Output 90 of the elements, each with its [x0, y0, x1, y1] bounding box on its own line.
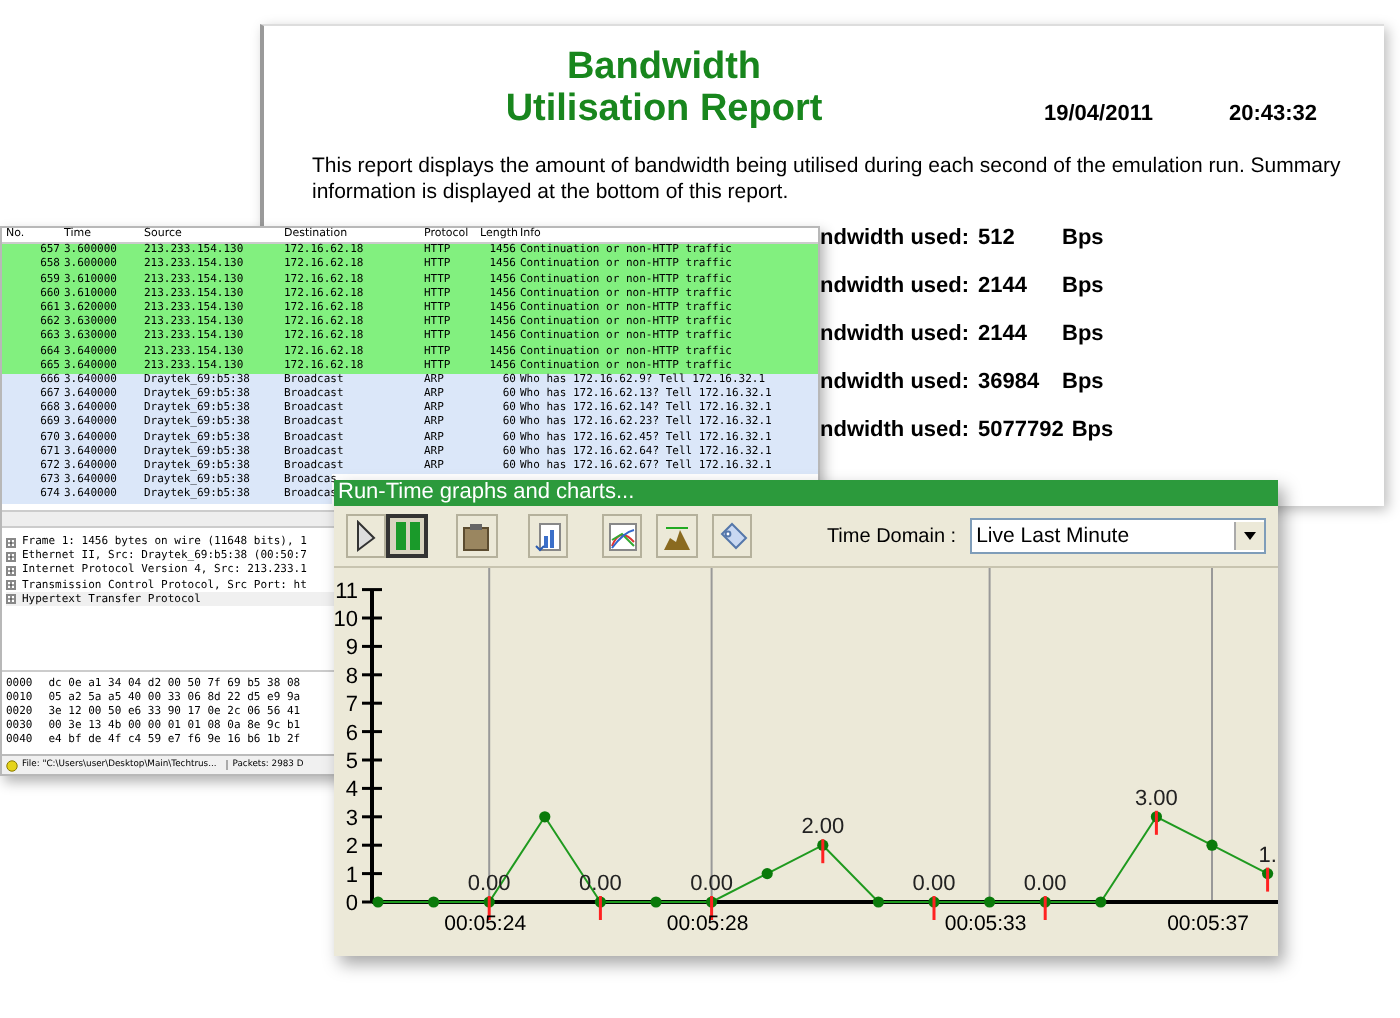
- pointer-button[interactable]: [346, 514, 387, 558]
- area-chart-button[interactable]: [656, 514, 698, 558]
- value-label: 2.00: [801, 815, 845, 840]
- data-point: [928, 896, 940, 908]
- line-chart-button[interactable]: [601, 514, 643, 558]
- bandwidth-value: 5077792: [978, 418, 1066, 446]
- pointer-icon: [354, 520, 379, 552]
- value-label: 0.00: [690, 872, 733, 896]
- value-label: 0.00: [912, 872, 956, 896]
- bar-chart-icon: [533, 521, 562, 551]
- bandwidth-value: 512: [978, 226, 1017, 254]
- data-point: [1095, 896, 1107, 908]
- data-point: [1262, 868, 1274, 880]
- x-tick-label: 00:05:24: [444, 912, 527, 936]
- expand-icon[interactable]: [6, 594, 16, 605]
- line-chart-icon: [607, 521, 638, 551]
- y-tick-label: 1: [345, 863, 358, 888]
- unit-label: Bps: [1062, 274, 1104, 302]
- dropdown-icon: [1234, 522, 1265, 550]
- data-point: [817, 839, 829, 851]
- pause-button[interactable]: [386, 514, 429, 558]
- report-description: This report displays the amount of bandwidth being utilised during each second of the emulation run. Summary information is displayed at the bottom of this report.: [312, 154, 1343, 206]
- y-tick-label: 0: [345, 892, 358, 916]
- bar-chart-button[interactable]: [527, 514, 568, 558]
- x-tick-label: 00:05:28: [666, 912, 749, 936]
- marker-line: [487, 896, 491, 920]
- data-point: [372, 896, 384, 908]
- y-tick-label: 4: [345, 778, 358, 803]
- value-label: 0.00: [1023, 872, 1067, 896]
- row-label: ndwidth used:: [820, 274, 972, 302]
- window-title: Run-Time graphs and charts...: [334, 480, 1278, 506]
- data-point: [984, 896, 996, 908]
- y-tick-label: 3: [345, 806, 358, 831]
- marker-line: [710, 896, 714, 920]
- x-tick-label: 00:05:37: [1167, 912, 1249, 936]
- row-label: ndwidth used:: [820, 322, 972, 350]
- marker-line: [932, 896, 936, 920]
- expand-icon[interactable]: [6, 580, 16, 591]
- data-point: [594, 896, 606, 908]
- time-domain-select[interactable]: Live Last Minute: [970, 518, 1267, 554]
- data-point: [539, 811, 551, 823]
- y-tick-label: 7: [345, 693, 358, 718]
- unit-label: Bps: [1071, 418, 1114, 446]
- unit-label: Bps: [1062, 322, 1104, 350]
- pause-icon: [393, 520, 422, 552]
- tag-button[interactable]: [711, 514, 753, 558]
- tag-icon: [717, 521, 748, 551]
- row-label: ndwidth used:: [820, 226, 972, 254]
- data-point: [428, 896, 440, 908]
- y-tick-label: 9: [345, 636, 358, 661]
- y-tick-label: 11: [335, 579, 358, 604]
- expand-icon[interactable]: [6, 551, 16, 562]
- unit-label: Bps: [1062, 370, 1104, 398]
- y-tick-label: 2: [345, 835, 358, 860]
- data-point: [1039, 896, 1051, 908]
- row-label: ndwidth used:: [820, 370, 972, 398]
- value-label: 1.: [1258, 843, 1277, 868]
- time-domain-label: Time Domain :: [826, 525, 957, 547]
- data-point: [1150, 811, 1162, 823]
- y-tick-label: 8: [345, 664, 358, 689]
- status-dot-icon: [6, 759, 18, 772]
- y-tick-label: 5: [345, 750, 358, 774]
- area-chart-icon: [662, 521, 693, 551]
- bandwidth-value: 2144: [978, 322, 1029, 350]
- data-point: [1206, 839, 1218, 851]
- data-point: [872, 896, 884, 908]
- clipboard-icon: [462, 521, 491, 551]
- report-date: 19/04/2011: [1044, 102, 1153, 126]
- x-tick-label: 00:05:33: [944, 912, 1027, 936]
- report-time: 20:43:32: [1228, 102, 1317, 126]
- data-point: [706, 896, 718, 908]
- y-tick-label: 6: [345, 721, 358, 746]
- report-title: Bandwidth Utilisation Report: [505, 46, 823, 130]
- bandwidth-value: 2144: [978, 274, 1029, 302]
- data-point: [650, 896, 662, 908]
- marker-line: [1154, 810, 1158, 835]
- marker-line: [1043, 896, 1047, 920]
- bandwidth-value: 36984: [978, 370, 1042, 398]
- marker-line: [1266, 867, 1270, 892]
- marker-line: [821, 839, 825, 864]
- marker-line: [598, 896, 602, 920]
- data-point: [483, 896, 495, 908]
- data-point: [761, 868, 773, 880]
- y-tick-label: 10: [334, 608, 358, 632]
- unit-label: Bps: [1062, 226, 1104, 254]
- expand-icon[interactable]: [6, 565, 16, 576]
- row-label: ndwidth used:: [820, 418, 972, 446]
- clipboard-button[interactable]: [456, 514, 497, 558]
- expand-icon[interactable]: [6, 537, 16, 547]
- value-label: 3.00: [1135, 786, 1178, 811]
